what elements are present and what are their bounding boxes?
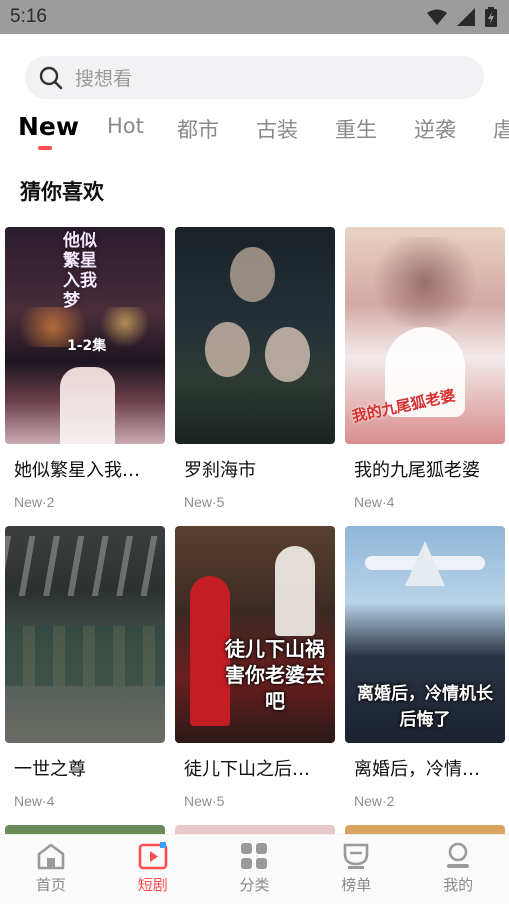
trophy-icon bbox=[343, 843, 369, 869]
nav-item-ranking[interactable]: 榜单 bbox=[305, 835, 407, 904]
signal-icon bbox=[457, 8, 475, 26]
poster-image[interactable] bbox=[5, 526, 165, 743]
drama-card[interactable]: 一世之尊 New·4 bbox=[5, 526, 165, 809]
search-input[interactable]: 搜想看 bbox=[25, 56, 484, 99]
poster-image[interactable]: 他似繁星入我梦 1-2集 bbox=[5, 227, 165, 444]
drama-card[interactable]: 我的九尾狐老婆 我的九尾狐老婆 New·4 bbox=[345, 227, 505, 510]
poster-image[interactable] bbox=[175, 227, 335, 444]
nav-label: 我的 bbox=[443, 876, 474, 894]
drama-card[interactable]: 罗刹海市 New·5 bbox=[175, 227, 335, 510]
nav-label: 首页 bbox=[35, 876, 66, 894]
home-icon bbox=[37, 843, 65, 870]
status-icons bbox=[427, 7, 497, 27]
card-title: 她似繁星入我… bbox=[14, 460, 140, 481]
card-meta: New·4 bbox=[14, 793, 55, 809]
poster-title-text: 徒儿下山祸害你老婆去吧 bbox=[225, 637, 325, 713]
poster-title-text: 离婚后，冷情机长后悔了 bbox=[357, 684, 493, 730]
card-meta: New·2 bbox=[14, 494, 55, 510]
card-meta: New·4 bbox=[354, 494, 395, 510]
nav-label: 分类 bbox=[239, 876, 270, 894]
tab-active-indicator bbox=[38, 146, 52, 150]
wifi-icon bbox=[427, 9, 447, 25]
grid-icon bbox=[241, 843, 268, 869]
poster-title-text: 他似繁星入我梦 bbox=[63, 231, 97, 311]
tab-comeback[interactable]: 逆袭 bbox=[414, 114, 456, 144]
play-icon bbox=[138, 842, 167, 870]
nav-item-home[interactable]: 首页 bbox=[0, 835, 102, 904]
card-title: 我的九尾狐老婆 bbox=[354, 460, 480, 481]
nav-item-profile[interactable]: 我的 bbox=[407, 835, 509, 904]
nav-item-shorts[interactable]: 短剧 bbox=[102, 835, 204, 904]
drama-card[interactable]: 徒儿下山祸害你老婆去吧 徒儿下山之后… New·5 bbox=[175, 526, 335, 809]
tab-hot[interactable]: Hot bbox=[107, 114, 144, 138]
search-icon bbox=[39, 66, 63, 89]
card-meta: New·5 bbox=[184, 494, 225, 510]
card-meta: New·2 bbox=[354, 793, 395, 809]
drama-card[interactable]: 他似繁星入我梦 1-2集 她似繁星入我… New·2 bbox=[5, 227, 165, 510]
nav-label: 短剧 bbox=[137, 876, 168, 894]
section-title: 猜你喜欢 bbox=[20, 180, 104, 204]
tab-costume[interactable]: 古装 bbox=[256, 114, 298, 144]
card-title: 徒儿下山之后… bbox=[184, 759, 310, 780]
card-title: 离婚后，冷情… bbox=[354, 759, 480, 780]
tab-new[interactable]: New bbox=[18, 112, 79, 141]
search-placeholder: 搜想看 bbox=[75, 68, 133, 90]
user-icon bbox=[447, 842, 470, 868]
status-bar: 5:16 bbox=[0, 0, 509, 34]
category-tabs: New Hot 都市 古装 重生 逆袭 虐 bbox=[0, 108, 509, 158]
tab-angst[interactable]: 虐 bbox=[493, 114, 509, 144]
battery-icon bbox=[485, 7, 497, 27]
poster-episode-text: 1-2集 bbox=[67, 338, 107, 354]
tab-rebirth[interactable]: 重生 bbox=[335, 114, 377, 144]
card-title: 一世之尊 bbox=[14, 759, 86, 780]
card-title: 罗刹海市 bbox=[184, 460, 256, 481]
poster-image[interactable]: 我的九尾狐老婆 bbox=[345, 227, 505, 444]
nav-label: 榜单 bbox=[341, 876, 372, 894]
poster-image[interactable]: 离婚后，冷情机长后悔了 bbox=[345, 526, 505, 743]
nav-item-category[interactable]: 分类 bbox=[204, 835, 306, 904]
drama-card[interactable]: 离婚后，冷情机长后悔了 离婚后，冷情… New·2 bbox=[345, 526, 505, 809]
card-meta: New·5 bbox=[184, 793, 225, 809]
poster-image[interactable]: 徒儿下山祸害你老婆去吧 bbox=[175, 526, 335, 743]
bottom-nav: 首页 短剧 分类 榜单 我的 bbox=[0, 834, 509, 904]
tab-urban[interactable]: 都市 bbox=[177, 114, 219, 144]
status-time: 5:16 bbox=[10, 6, 47, 27]
